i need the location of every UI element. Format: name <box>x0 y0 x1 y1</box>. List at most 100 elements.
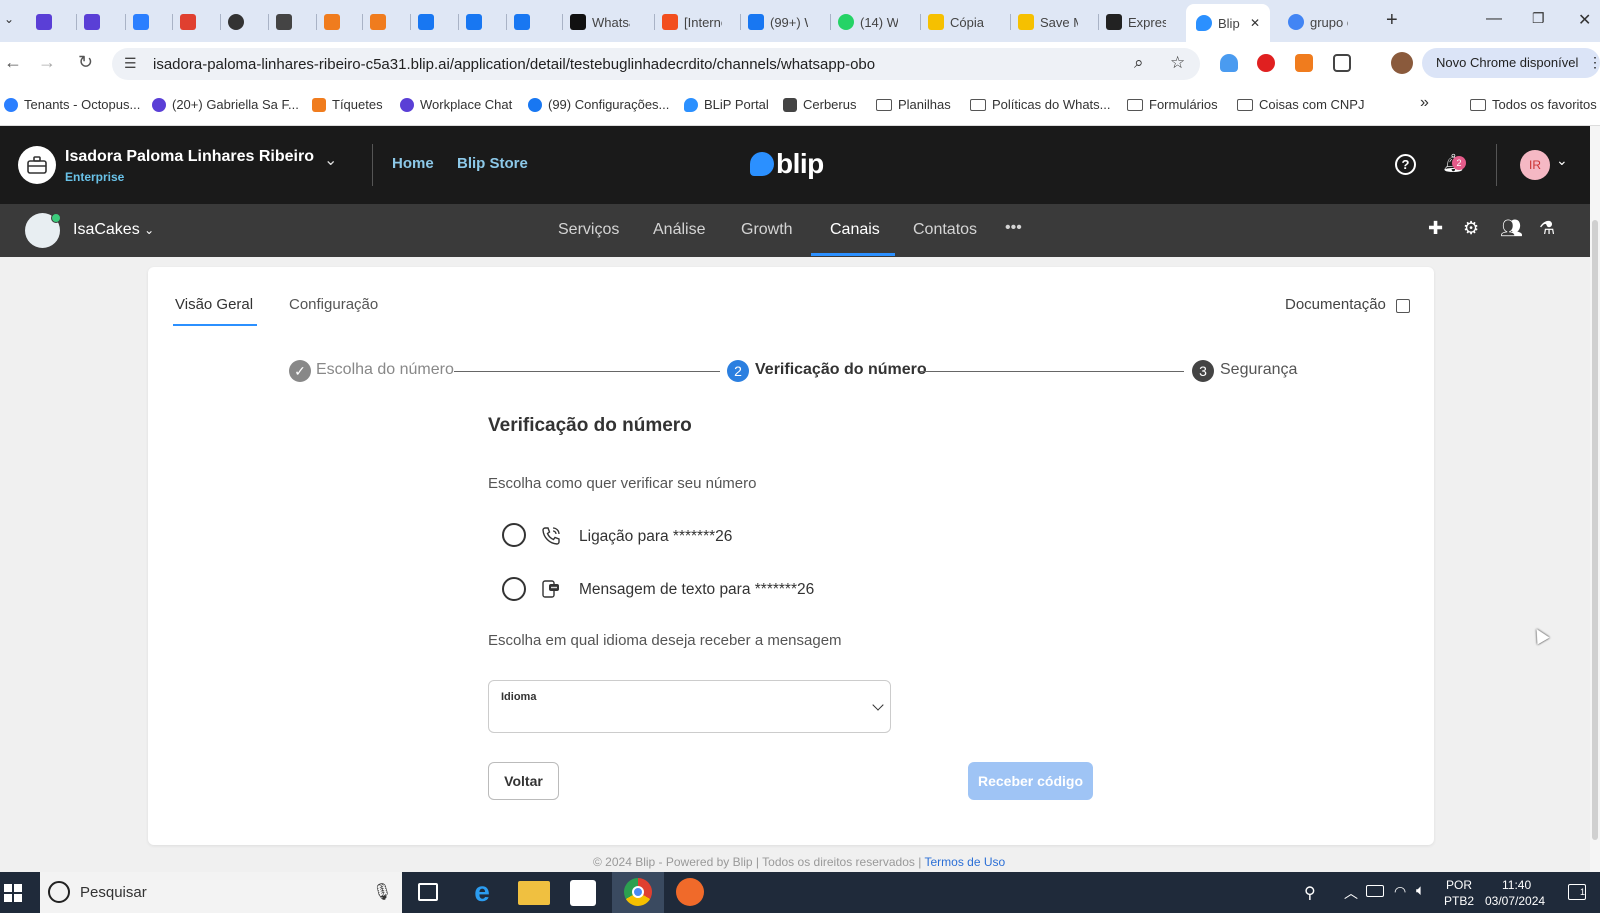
profile-avatar-icon[interactable] <box>1391 52 1413 74</box>
bookmark-politicas[interactable]: Políticas do Whats... <box>970 97 1111 112</box>
bookmark-cnpj[interactable]: Coisas com CNPJ <box>1237 97 1364 112</box>
browser-tab[interactable] <box>370 6 392 38</box>
input-language[interactable]: POR <box>1446 878 1472 892</box>
new-tab-button[interactable]: + <box>1386 9 1398 32</box>
briefcase-icon[interactable] <box>18 146 56 184</box>
receive-code-button[interactable]: Receber código <box>968 762 1093 800</box>
gear-icon[interactable]: ⚙ <box>1463 218 1479 239</box>
tab-contatos[interactable]: Contatos <box>913 221 977 239</box>
clock-time[interactable]: 11:40 <box>1502 878 1531 892</box>
store-icon[interactable] <box>570 880 596 906</box>
taskbar-search[interactable]: Pesquisar 🎙︎ <box>40 872 402 913</box>
forward-arrow-icon[interactable]: → <box>38 52 56 73</box>
option-call-label[interactable]: Ligação para *******26 <box>579 528 732 546</box>
reload-icon[interactable]: ↻ <box>78 52 93 73</box>
chevron-down-icon[interactable]: ⌄ <box>1556 152 1568 169</box>
tab-growth[interactable]: Growth <box>741 221 793 239</box>
chevron-down-icon[interactable]: ⌄ <box>324 150 337 170</box>
flask-icon[interactable]: ⚗ <box>1539 218 1555 239</box>
terms-link[interactable]: Termos de Uso <box>924 855 1005 869</box>
extension-hubspot-icon[interactable] <box>1295 54 1313 72</box>
documentation-link[interactable]: Documentação <box>1285 296 1386 313</box>
browser-tab[interactable] <box>276 6 298 38</box>
bookmark-tenants[interactable]: Tenants - Octopus... <box>4 97 140 112</box>
back-arrow-icon[interactable]: ← <box>4 52 22 73</box>
browser-tab[interactable]: [Interno <box>662 6 722 38</box>
people-icon[interactable]: ⚲ <box>1304 883 1316 903</box>
tab-servicos[interactable]: Serviços <box>558 221 619 239</box>
browser-tab[interactable]: Whatsa <box>570 6 630 38</box>
browser-tab[interactable] <box>180 6 202 38</box>
input-layout[interactable]: PTB2 <box>1444 894 1474 908</box>
browser-tab[interactable] <box>418 6 440 38</box>
minimize-button[interactable]: — <box>1486 10 1502 28</box>
bookmark-formularios[interactable]: Formulários <box>1127 97 1218 112</box>
browser-tab[interactable] <box>228 6 250 38</box>
browser-tab[interactable]: (99+) W <box>748 6 808 38</box>
bookmark-cerberus[interactable]: Cerberus <box>783 97 856 112</box>
task-view-icon[interactable] <box>418 883 438 901</box>
browser-tab[interactable] <box>133 6 155 38</box>
chrome-update-button[interactable]: Novo Chrome disponível ⋮ <box>1422 48 1600 78</box>
org-name[interactable]: Isadora Paloma Linhares Ribeiro <box>65 148 314 166</box>
browser-tab[interactable] <box>324 6 346 38</box>
close-window-button[interactable]: ✕ <box>1578 10 1591 30</box>
option-sms-label[interactable]: Mensagem de texto para *******26 <box>579 581 814 599</box>
microphone-icon[interactable]: 🎙︎ <box>372 882 392 902</box>
url-text[interactable]: isadora-paloma-linhares-ribeiro-c5a31.bl… <box>153 56 875 73</box>
browser-tab[interactable] <box>84 6 106 38</box>
home-link[interactable]: Home <box>392 155 434 172</box>
external-link-icon[interactable] <box>1396 299 1410 313</box>
zoom-icon[interactable]: ⌕ <box>1134 53 1144 73</box>
more-options-icon[interactable]: ••• <box>1005 219 1022 237</box>
bookmark-blip-portal[interactable]: BLiP Portal <box>684 97 769 112</box>
bot-name[interactable]: IsaCakes ⌄ <box>73 221 154 239</box>
user-avatar[interactable]: IR <box>1520 150 1550 180</box>
browser-tab[interactable]: grupo c <box>1288 6 1348 38</box>
browser-tab[interactable] <box>466 6 488 38</box>
omnibox[interactable]: ☰ isadora-paloma-linhares-ribeiro-c5a31.… <box>112 48 1200 80</box>
browser-tab[interactable]: Blip ✕ <box>1186 4 1271 42</box>
extensions-puzzle-icon[interactable] <box>1333 54 1351 72</box>
team-icon[interactable]: 👥︎ <box>1500 218 1523 239</box>
bookmark-gabriella[interactable]: (20+) Gabriella Sa F... <box>152 97 299 112</box>
volume-icon[interactable]: 🔈︎ <box>1416 882 1425 899</box>
help-icon[interactable]: ? <box>1395 154 1416 175</box>
back-button[interactable]: Voltar <box>488 762 559 800</box>
chrome-menu-icon[interactable]: ⋮ <box>1588 54 1600 71</box>
tab-configuracao[interactable]: Configuração <box>289 296 378 313</box>
tab-search-chevron-icon[interactable]: ⌄ <box>4 12 14 26</box>
chrome-icon[interactable] <box>624 878 652 906</box>
extension-shield-icon[interactable] <box>1220 54 1238 72</box>
bookmark-workplace-chat[interactable]: Workplace Chat <box>400 97 512 112</box>
scrollbar-thumb[interactable] <box>1592 220 1598 840</box>
file-explorer-icon[interactable] <box>518 881 550 905</box>
close-tab-icon[interactable]: ✕ <box>1250 16 1260 30</box>
tab-canais[interactable]: Canais <box>830 221 880 239</box>
radio-sms[interactable] <box>502 577 526 601</box>
browser-tab[interactable]: (14) Wh <box>838 6 898 38</box>
action-center-icon[interactable]: 1 <box>1568 884 1586 900</box>
site-settings-icon[interactable]: ☰ <box>124 55 137 72</box>
extension-opera-icon[interactable] <box>1257 54 1275 72</box>
blip-logo[interactable]: blip <box>750 148 824 180</box>
bookmark-configuracoes[interactable]: (99) Configurações... <box>528 97 669 112</box>
bookmarks-overflow-icon[interactable]: » <box>1420 94 1429 112</box>
bookmark-planilhas[interactable]: Planilhas <box>876 97 951 112</box>
browser-tab[interactable]: Cópia c <box>928 6 988 38</box>
tab-analise[interactable]: Análise <box>653 221 705 239</box>
windows-start-icon[interactable] <box>4 884 22 902</box>
tray-chevron-up-icon[interactable]: ︿ <box>1344 883 1358 903</box>
blip-store-link[interactable]: Blip Store <box>457 155 528 172</box>
pen-app-icon[interactable] <box>676 878 704 906</box>
clock-date[interactable]: 03/07/2024 <box>1485 894 1545 908</box>
bookmark-star-icon[interactable]: ☆ <box>1170 53 1185 73</box>
browser-tab[interactable] <box>36 6 58 38</box>
browser-tab[interactable]: Save M <box>1018 6 1078 38</box>
wifi-icon[interactable]: ◠ <box>1394 883 1406 900</box>
tab-visao-geral[interactable]: Visão Geral <box>175 296 253 313</box>
bookmark-all[interactable]: Todos os favoritos <box>1470 97 1597 112</box>
radio-call[interactable] <box>502 523 526 547</box>
edge-icon[interactable]: e <box>466 877 498 909</box>
puzzle-icon[interactable]: ✚ <box>1428 218 1443 239</box>
